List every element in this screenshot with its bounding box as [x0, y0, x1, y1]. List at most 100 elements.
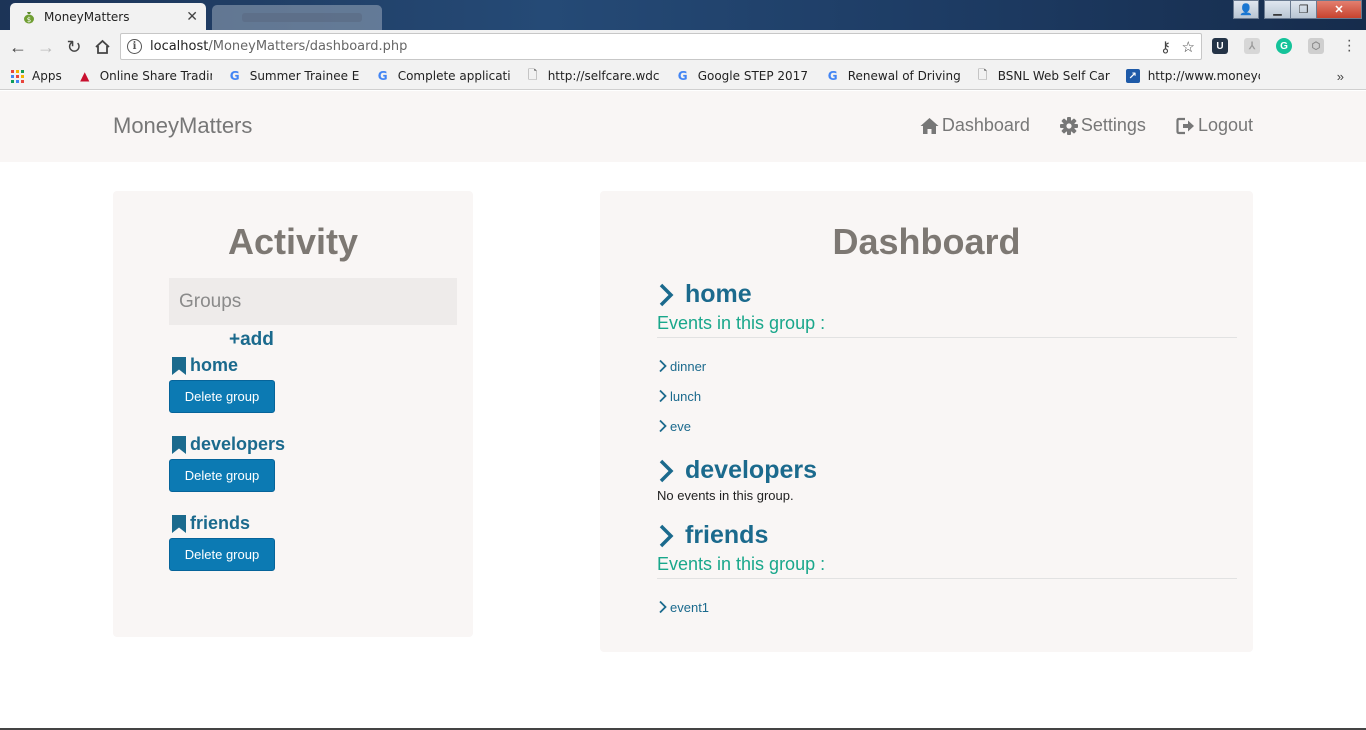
delete-group-button[interactable]: Delete group [169, 459, 275, 492]
delete-group-button[interactable]: Delete group [169, 380, 275, 413]
event-link[interactable]: lunch [657, 381, 1237, 411]
browser-tab-strip: $ MoneyMatters ✕ 👤 ▁ ❐ ✕ [0, 0, 1366, 30]
group-title-label: friends [685, 521, 769, 549]
page-icon: 🗋 [527, 67, 538, 82]
chevron-right-icon [659, 359, 667, 373]
dashboard-group: developers No events in this group. [657, 456, 1237, 503]
chevron-right-icon [659, 459, 674, 482]
chevron-right-icon [659, 600, 667, 614]
bookmarks-bar: Apps ▲ Online Share Trading G Summer Tra… [0, 63, 1366, 90]
bookmark-icon [172, 514, 186, 533]
event-label: event1 [670, 599, 710, 615]
group-item: home Delete group [169, 355, 275, 413]
back-icon[interactable]: ← [6, 35, 30, 59]
dashboard-group-title[interactable]: friends [657, 521, 1237, 550]
chevron-right-icon [659, 419, 667, 433]
event-link[interactable]: event1 [657, 592, 1237, 622]
group-title-label: home [685, 280, 752, 308]
key-icon[interactable]: ⚷ [1160, 38, 1171, 56]
bookmark-label: BSNL Web Self Care F [997, 69, 1110, 83]
reload-icon[interactable]: ↻ [62, 35, 86, 59]
google-icon: G [677, 69, 688, 83]
bookmark-label: Apps [32, 69, 62, 83]
bookmark-item[interactable]: Apps [10, 69, 62, 83]
nav-links: Dashboard Settings Logout [890, 115, 1253, 136]
bookmark-label: Complete application [397, 69, 510, 83]
bookmarks-overflow-button[interactable]: » [1337, 69, 1344, 84]
group-link-developers[interactable]: developers [169, 434, 285, 455]
apps-grid-icon [10, 69, 24, 83]
group-title-label: developers [685, 456, 818, 484]
bookmark-label: http://www.moneyco [1147, 69, 1260, 83]
background-tab[interactable] [212, 5, 382, 30]
extension-pdf-icon[interactable]: ⅄ [1244, 38, 1260, 54]
bookmark-star-icon[interactable]: ☆ [1182, 38, 1195, 56]
bookmark-label: http://selfcare.wdc.co [547, 69, 660, 83]
site-info-icon[interactable]: i [127, 39, 142, 54]
grammarly-icon[interactable]: G [1276, 38, 1292, 54]
bookmark-item[interactable]: ▲ Online Share Trading [78, 69, 212, 83]
minimize-button[interactable]: ▁ [1264, 0, 1291, 19]
brand-logo[interactable]: MoneyMatters [113, 113, 252, 139]
google-icon: G [827, 69, 838, 83]
tab-close-icon[interactable]: ✕ [186, 8, 198, 25]
bookmark-item[interactable]: 🗋 http://selfcare.wdc.co [526, 67, 660, 84]
site-navbar: MoneyMatters Dashboard Settings Logout [0, 91, 1366, 162]
bookmark-item[interactable]: G Renewal of Driving Li [826, 69, 960, 83]
tab-title: MoneyMatters [44, 9, 130, 24]
bookmark-item[interactable]: ↗ http://www.moneyco [1125, 69, 1260, 83]
active-tab[interactable]: $ MoneyMatters ✕ [10, 3, 206, 30]
nav-settings[interactable]: Settings [1059, 115, 1146, 136]
dashboard-group: home Events in this group : dinner lunch… [657, 280, 1237, 441]
dashboard-group-title[interactable]: developers [657, 456, 1237, 485]
restore-button[interactable]: ❐ [1290, 0, 1317, 19]
dashboard-group-title[interactable]: home [657, 280, 1237, 309]
group-link-home[interactable]: home [169, 355, 275, 376]
activity-title: Activity [227, 221, 359, 262]
nav-dashboard-label: Dashboard [941, 115, 1030, 135]
event-link[interactable]: eve [657, 411, 1237, 441]
bookmark-item[interactable]: G Summer Trainee Eng [228, 69, 360, 83]
page: MoneyMatters Dashboard Settings Logout A… [0, 91, 1366, 730]
chevron-right-icon [659, 389, 667, 403]
bookmark-item[interactable]: 🗋 BSNL Web Self Care F [976, 67, 1110, 84]
no-events-text: No events in this group. [657, 488, 794, 503]
group-name-label: developers [190, 434, 286, 454]
bookmark-item[interactable]: G Complete application [376, 69, 510, 83]
home-page-icon[interactable] [90, 35, 114, 59]
delete-group-button[interactable]: Delete group [169, 538, 275, 571]
group-link-friends[interactable]: friends [169, 513, 275, 534]
url-host: localhost [150, 39, 209, 54]
event-label: lunch [670, 388, 702, 404]
events-heading: Events in this group : [657, 313, 1237, 338]
dashboard-title: Dashboard [832, 221, 1021, 262]
nav-dashboard[interactable]: Dashboard [920, 115, 1030, 136]
groups-header: Groups [169, 278, 457, 325]
bookmark-item[interactable]: G Google STEP 2017 - S [676, 69, 810, 83]
extension-u-icon[interactable]: U [1212, 38, 1228, 54]
chevron-right-icon [659, 283, 674, 306]
extension-shield-icon[interactable]: ⬡ [1308, 38, 1324, 54]
browser-menu-icon[interactable]: · · · [1347, 33, 1352, 59]
bookmark-label: Renewal of Driving Li [847, 69, 960, 83]
bookmark-icon [172, 435, 186, 454]
address-bar[interactable]: i localhost/MoneyMatters/dashboard.php ⚷… [120, 33, 1202, 60]
nav-logout[interactable]: Logout [1176, 115, 1253, 136]
svg-text:$: $ [27, 16, 31, 24]
profile-icon[interactable]: 👤 [1233, 0, 1259, 19]
google-icon: G [229, 69, 240, 83]
site-icon: ↗ [1125, 69, 1140, 83]
event-link[interactable]: dinner [657, 351, 1237, 381]
bookmark-label: Online Share Trading [99, 69, 212, 83]
browser-toolbar: ← → ↻ i localhost/MoneyMatters/dashboard… [0, 30, 1366, 63]
window-controls: 👤 ▁ ❐ ✕ [1233, 0, 1362, 19]
event-label: dinner [670, 358, 707, 374]
page-icon: 🗋 [977, 67, 988, 82]
close-window-button[interactable]: ✕ [1316, 0, 1362, 19]
add-group-link[interactable]: +add [229, 329, 274, 351]
forward-icon[interactable]: → [34, 35, 58, 59]
events-heading: Events in this group : [657, 554, 1237, 579]
home-icon [920, 117, 939, 134]
chevron-right-icon [659, 524, 674, 547]
url-path: /MoneyMatters/dashboard.php [208, 39, 408, 54]
